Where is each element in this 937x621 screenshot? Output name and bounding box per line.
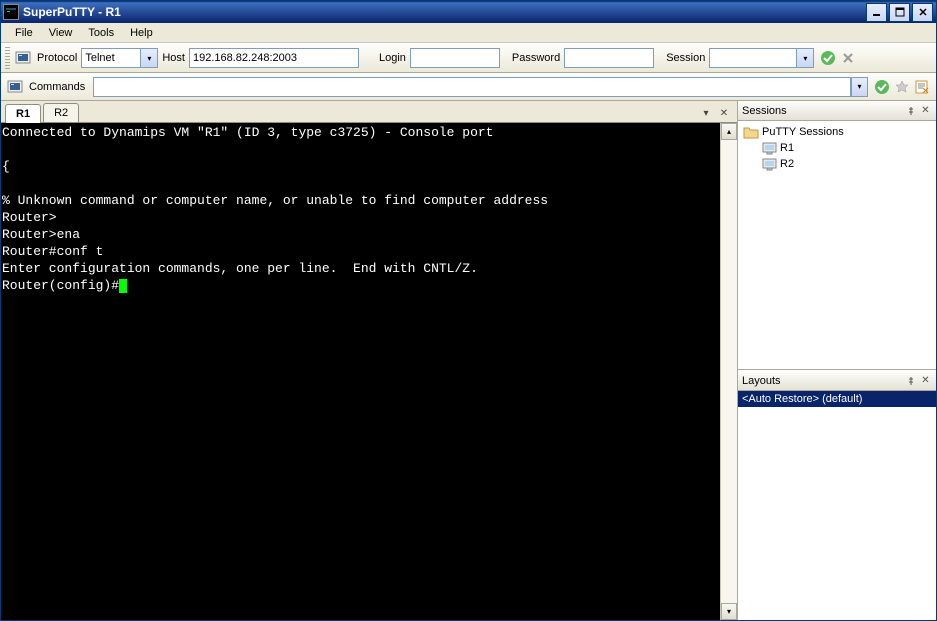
terminal-scrollbar[interactable]: ▴ ▾ [720,123,737,620]
session-item-r1[interactable]: R1 [759,140,933,156]
layout-item[interactable]: <Auto Restore> (default) [738,391,936,407]
commands-toolbar: Commands ▾ [1,73,936,101]
login-label: Login [379,52,406,64]
menu-bar: File View Tools Help [1,23,936,43]
pin-icon[interactable] [904,104,917,117]
tab-close-icon[interactable]: ✕ [717,106,731,120]
session-input[interactable] [709,48,797,68]
sessions-tree: PuTTY Sessions R1 R2 [738,121,936,369]
password-label: Password [512,52,560,64]
send-command-icon[interactable] [874,79,890,95]
protocol-dropdown-icon[interactable]: ▾ [141,48,158,68]
clear-icon[interactable] [840,50,856,66]
tab-r2[interactable]: R2 [43,103,79,122]
commands-label: Commands [29,81,85,93]
menu-help[interactable]: Help [122,25,161,41]
scroll-up-icon[interactable]: ▴ [721,123,737,140]
protocol-label: Protocol [37,52,77,64]
password-input[interactable] [564,48,654,68]
broadcast-icon[interactable] [894,79,910,95]
terminal-icon [15,50,31,66]
close-button[interactable] [912,3,933,22]
host-label: Host [162,52,185,64]
tab-r1[interactable]: R1 [5,104,41,123]
layouts-panel-title: Layouts [742,375,781,387]
monitor-icon [761,157,777,171]
script-icon[interactable] [914,79,930,95]
toolbar-grip[interactable] [5,47,10,69]
session-item-label: R2 [780,158,794,170]
commands-input[interactable] [93,77,851,97]
panel-close-icon[interactable]: ✕ [919,374,932,387]
app-icon [3,4,19,20]
login-input[interactable] [410,48,500,68]
protocol-select[interactable] [81,48,141,68]
layouts-panel: Layouts ✕ <Auto Restore> (default) [738,370,936,620]
menu-view[interactable]: View [41,25,81,41]
pin-icon[interactable] [904,374,917,387]
sessions-root-label: PuTTY Sessions [762,126,844,138]
terminal-output[interactable]: Connected to Dynamips VM "R1" (ID 3, typ… [1,123,720,620]
monitor-icon [761,141,777,155]
terminal-cursor [119,279,127,293]
commands-dropdown-icon[interactable]: ▾ [851,77,868,97]
session-item-r2[interactable]: R2 [759,156,933,172]
window-title: SuperPuTTY - R1 [23,5,866,19]
panel-close-icon[interactable]: ✕ [919,104,932,117]
folder-icon [743,125,759,139]
session-dropdown-icon[interactable]: ▾ [797,48,814,68]
terminal-tab-strip: R1 R2 ▾ ✕ [1,101,737,123]
sessions-panel-title: Sessions [742,105,787,117]
title-bar: SuperPuTTY - R1 [1,1,936,23]
maximize-button[interactable] [889,3,910,22]
menu-tools[interactable]: Tools [80,25,122,41]
scroll-down-icon[interactable]: ▾ [721,603,737,620]
menu-file[interactable]: File [7,25,41,41]
host-input[interactable] [189,48,359,68]
session-item-label: R1 [780,142,794,154]
session-label: Session [666,52,705,64]
minimize-button[interactable] [866,3,887,22]
connection-toolbar: Protocol ▾ Host Login Password Session ▾ [1,43,936,73]
terminal-icon [7,79,23,95]
sessions-panel: Sessions ✕ PuTTY Sessions [738,101,936,370]
connect-icon[interactable] [820,50,836,66]
tab-menu-icon[interactable]: ▾ [699,106,713,120]
sessions-root[interactable]: PuTTY Sessions [741,124,933,140]
